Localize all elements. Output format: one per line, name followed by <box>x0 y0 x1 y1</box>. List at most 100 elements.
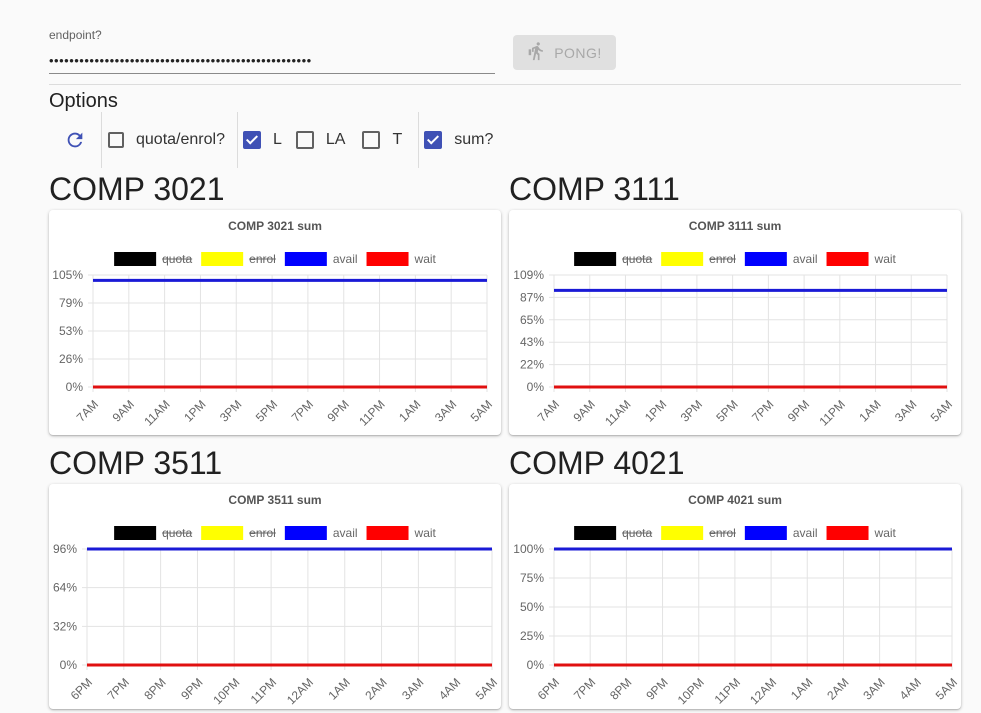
legend-label-avail: avail <box>793 252 818 266</box>
x-tick-label: 1PM <box>642 397 669 424</box>
legend-swatch-avail <box>284 252 327 266</box>
x-tick-label: 7AM <box>535 397 562 424</box>
legend-swatch-enrol <box>201 252 244 266</box>
x-tick-label: 7PM <box>289 397 316 424</box>
x-tick-label: 10PM <box>210 675 242 707</box>
chart-legend: quota enrol avail wait <box>574 252 897 266</box>
legend-swatch-quota <box>574 252 617 266</box>
line-chart: COMP 4021 sumquota enrol avail wait100%75%5… <box>513 493 960 707</box>
x-tick-label: 3AM <box>860 675 887 702</box>
la-checkbox[interactable] <box>295 131 314 149</box>
legend-swatch-avail <box>284 526 327 540</box>
options-divider <box>236 112 238 168</box>
x-tick-label: 5PM <box>253 397 280 424</box>
chart-title: COMP 3111 sum <box>689 219 782 233</box>
y-tick-label: 26% <box>59 352 83 366</box>
x-tick-label: 11PM <box>712 675 743 706</box>
y-tick-label: 0% <box>66 380 84 394</box>
legend-swatch-wait <box>826 526 869 540</box>
x-tick-label: 1AM <box>856 397 883 424</box>
x-tick-label: 9PM <box>178 675 205 702</box>
options-title: Options <box>49 90 118 112</box>
legend-swatch-wait <box>366 526 409 540</box>
x-tick-label: 1AM <box>788 675 815 702</box>
legend-swatch-quota <box>114 252 157 266</box>
t-option[interactable]: T <box>362 131 402 149</box>
sum-option[interactable]: sum? <box>424 131 493 149</box>
legend-swatch-wait <box>366 252 409 266</box>
x-tick-label: 5AM <box>933 675 960 702</box>
x-tick-label: 6PM <box>535 675 562 702</box>
y-tick-label: 109% <box>513 268 544 282</box>
la-label: LA <box>325 131 346 148</box>
options-divider <box>418 112 420 168</box>
x-tick-label: 9AM <box>570 397 597 424</box>
quota-enrol-label: quota/enrol? <box>136 131 225 148</box>
legend-swatch-wait <box>826 252 869 266</box>
la-option[interactable]: LA <box>295 131 346 149</box>
x-tick-label: 11PM <box>248 675 279 706</box>
course-title: COMP 3511 <box>49 445 223 481</box>
legend-label-wait: wait <box>874 252 897 266</box>
x-tick-label: 5AM <box>928 397 955 424</box>
legend-label-wait: wait <box>414 252 437 266</box>
x-tick-label: 4AM <box>436 675 463 702</box>
legend-swatch-enrol <box>661 252 704 266</box>
y-tick-label: 0% <box>60 658 78 672</box>
x-tick-label: 5PM <box>713 397 740 424</box>
chart-title: COMP 3021 sum <box>228 219 322 233</box>
x-tick-label: 7PM <box>105 675 132 702</box>
x-tick-label: 7PM <box>749 397 776 424</box>
legend-swatch-avail <box>744 526 787 540</box>
chart-legend: quota enrol avail wait <box>574 526 897 540</box>
pong-button-label: PONG! <box>554 44 602 61</box>
x-tick-label: 5AM <box>468 397 495 424</box>
y-tick-label: 79% <box>59 296 83 310</box>
y-tick-label: 43% <box>520 335 544 349</box>
y-tick-label: 96% <box>53 542 77 556</box>
header-divider <box>49 84 961 85</box>
legend-swatch-quota <box>574 526 617 540</box>
y-tick-label: 64% <box>53 581 77 595</box>
sum-label: sum? <box>454 131 494 148</box>
walking-icon <box>527 41 547 64</box>
x-tick-label: 1AM <box>325 675 352 702</box>
legend-swatch-avail <box>744 252 787 266</box>
pong-button[interactable]: PONG! <box>513 35 616 70</box>
t-checkbox[interactable] <box>362 131 381 149</box>
chart-title: COMP 4021 sum <box>688 493 782 507</box>
endpoint-label: endpoint? <box>49 28 102 42</box>
course-chart-card: COMP 4021 sum quota enrol avail wait 100% 75% 5… <box>509 484 961 709</box>
l-option[interactable]: L <box>242 131 282 149</box>
quota-enrol-option[interactable]: quota/enrol? <box>108 131 225 149</box>
legend-label-avail: avail <box>333 252 358 266</box>
x-tick-label: 2AM <box>824 675 851 702</box>
legend-swatch-enrol <box>661 526 704 540</box>
x-tick-label: 3PM <box>217 397 244 424</box>
x-tick-label: 11AM <box>602 397 633 428</box>
x-tick-label: 12AM <box>284 675 316 707</box>
x-tick-label: 8PM <box>141 675 168 702</box>
x-tick-label: 9PM <box>785 397 812 424</box>
y-tick-label: 32% <box>53 619 77 633</box>
y-tick-label: 87% <box>520 290 544 304</box>
options-toolbar: quota/enrol? L LA T sum? <box>49 112 493 168</box>
sum-checkbox[interactable] <box>424 131 443 149</box>
x-tick-label: 3PM <box>678 397 705 424</box>
l-label: L <box>272 131 282 148</box>
course-chart-card: COMP 3511 sum quota enrol avail wait 96% 64% 32… <box>49 484 501 709</box>
course-chart-card: COMP 3021 sum quota enrol avail wait 105% 79% 5… <box>49 210 501 435</box>
x-tick-label: 11PM <box>356 397 387 428</box>
x-tick-label: 5AM <box>473 675 500 702</box>
l-checkbox[interactable] <box>242 131 261 149</box>
course-title: COMP 4021 <box>509 445 685 481</box>
legend-label-avail: avail <box>793 526 818 540</box>
quota-enrol-checkbox[interactable] <box>108 132 124 148</box>
refresh-button[interactable] <box>49 112 101 168</box>
x-tick-label: 1PM <box>181 397 208 424</box>
x-tick-label: 9PM <box>324 397 351 424</box>
endpoint-input[interactable] <box>49 47 495 74</box>
x-tick-label: 11PM <box>816 397 847 428</box>
y-tick-label: 0% <box>527 380 545 394</box>
y-tick-label: 105% <box>52 268 83 282</box>
